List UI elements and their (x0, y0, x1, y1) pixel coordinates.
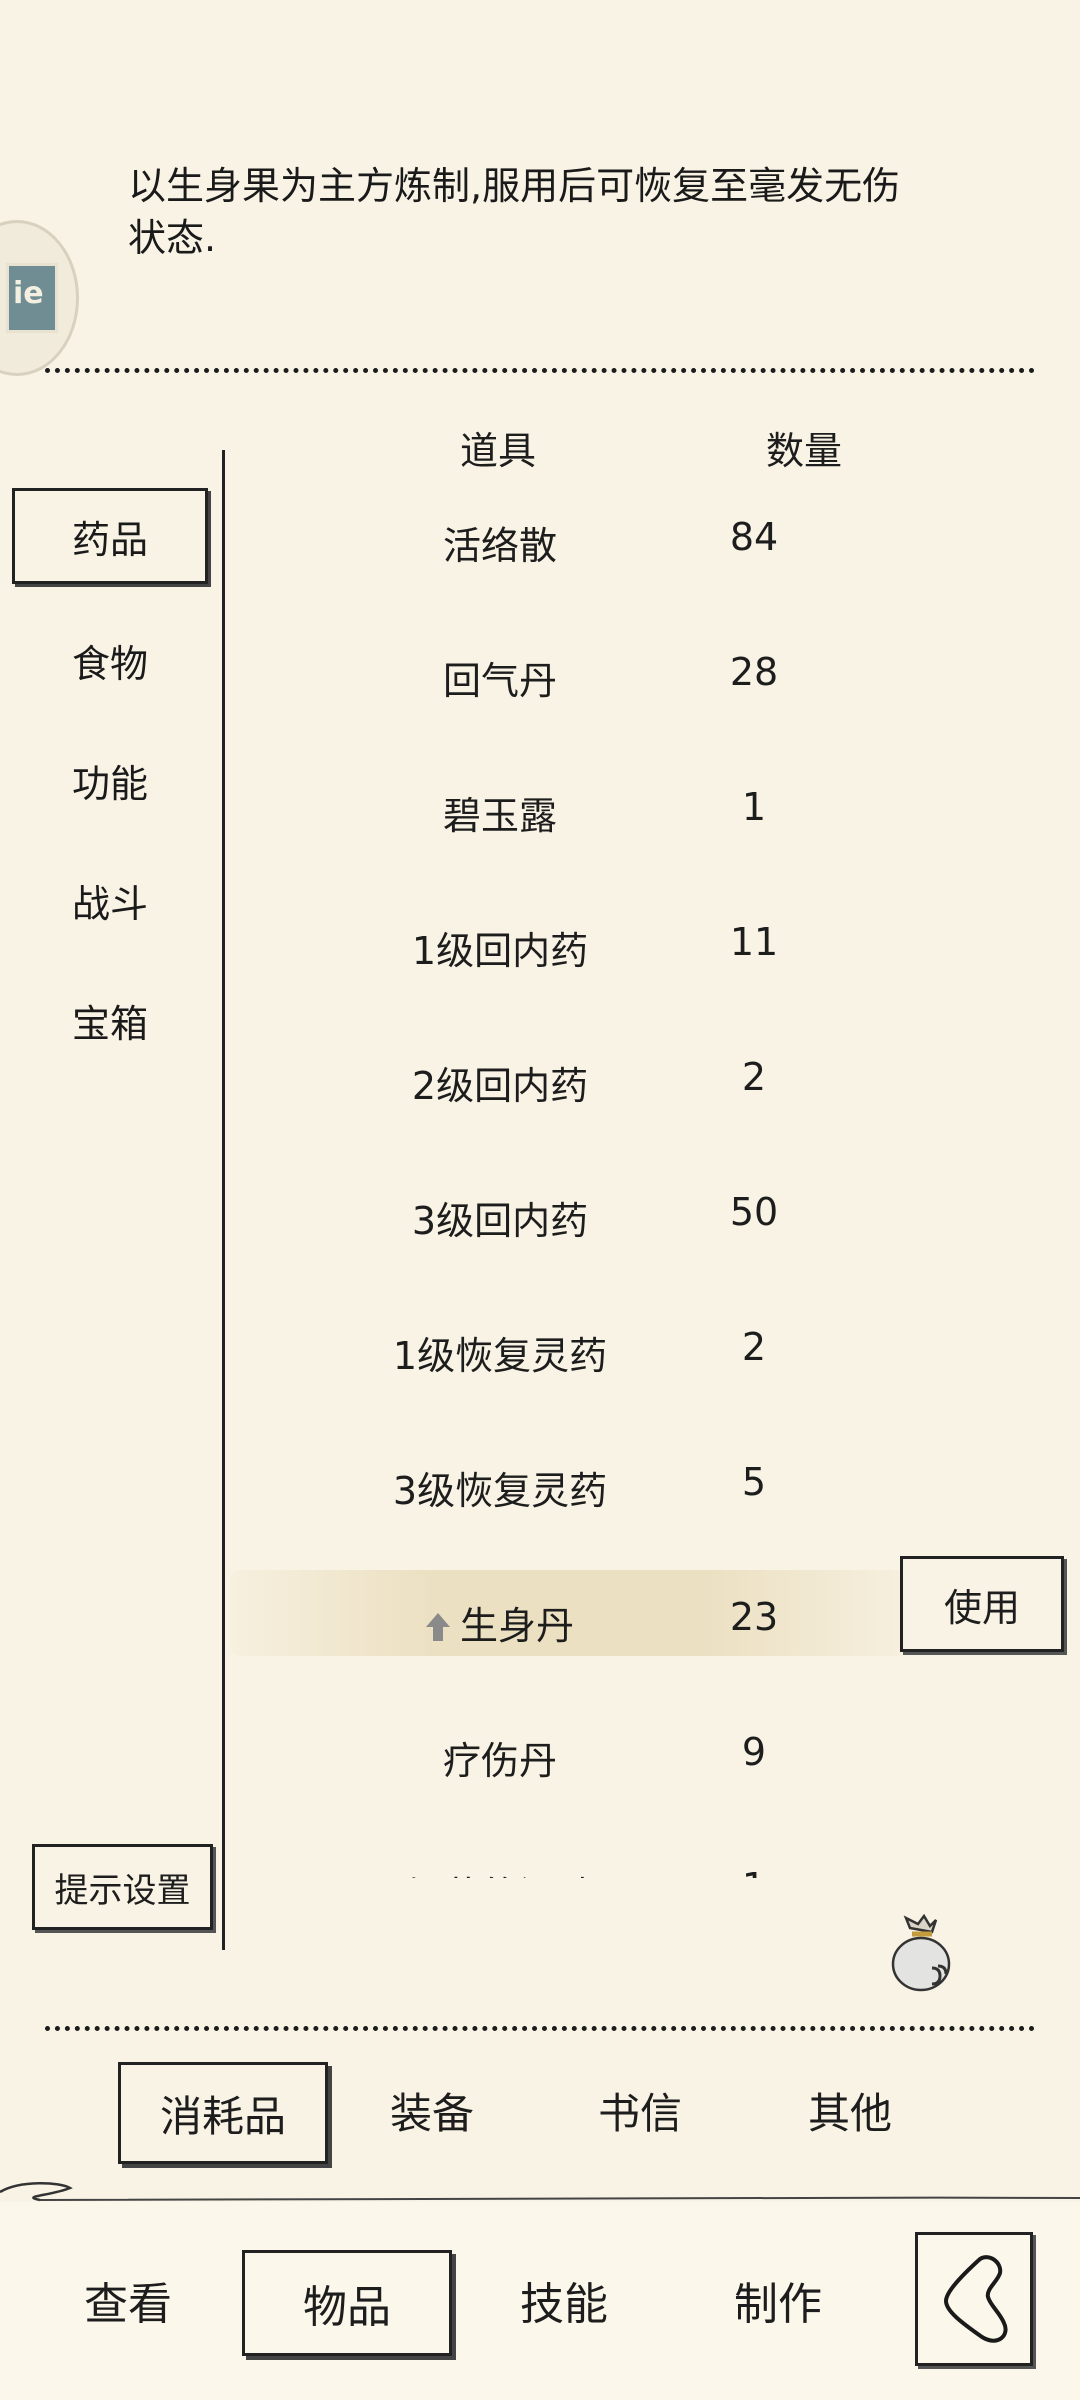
item-row[interactable]: 1级恢复灵药 2 (300, 1280, 900, 1415)
item-qty: 50 (729, 1190, 779, 1234)
item-row[interactable]: 加花的泪珠 1 (300, 1820, 900, 1878)
header-quantity: 数量 (766, 429, 843, 473)
item-row[interactable]: 回气丹 28 (300, 605, 900, 740)
item-qty: 11 (729, 920, 779, 964)
category-medicine[interactable]: 药品 (12, 488, 208, 584)
item-row[interactable]: 1级回内药 11 (300, 875, 900, 1010)
description-line-2: 状态. (128, 216, 217, 260)
category-function[interactable]: 功能 (10, 730, 210, 830)
item-qty: 1 (741, 785, 767, 829)
item-name-text: 生身丹 (459, 1604, 574, 1648)
item-qty: 9 (741, 1730, 767, 1774)
item-row[interactable]: 疗伤丹 9 (300, 1685, 900, 1820)
back-button[interactable] (915, 2232, 1033, 2366)
nav-skills[interactable]: 技能 (494, 2250, 634, 2350)
sidebar-divider (222, 450, 225, 1950)
item-description: 以生身果为主方炼制,服用后可恢复至毫发无伤 状态. (128, 160, 968, 264)
use-button[interactable]: 使用 (900, 1556, 1064, 1652)
tab-equipment[interactable]: 装备 (362, 2062, 502, 2158)
item-name: 3级回内药 (411, 1199, 589, 1243)
item-qty: 2 (741, 1325, 767, 1369)
dotted-divider-bottom (45, 2026, 1035, 2031)
item-qty: 2 (741, 1055, 767, 1099)
category-food[interactable]: 食物 (10, 610, 210, 710)
item-name: 活络散 (442, 524, 557, 568)
item-name: 疗伤丹 (442, 1739, 557, 1783)
upgrade-arrow-icon (425, 1613, 450, 1641)
item-list[interactable]: 活络散 84 回气丹 28 碧玉露 1 1级回内药 11 2级回内药 2 3级回… (300, 470, 900, 1878)
nav-items[interactable]: 物品 (242, 2250, 452, 2356)
item-name: 3级恢复灵药 (392, 1469, 608, 1513)
item-name: 1级回内药 (411, 929, 589, 973)
category-battle[interactable]: 战斗 (10, 850, 210, 950)
item-qty: 28 (729, 650, 779, 694)
item-qty: 84 (729, 515, 779, 559)
avatar-glyph: ie (13, 276, 44, 311)
category-chest[interactable]: 宝箱 (10, 970, 210, 1070)
description-line-1: 以生身果为主方炼制,服用后可恢复至毫发无伤 (128, 164, 901, 208)
back-icon (944, 2255, 1008, 2343)
item-row[interactable]: 碧玉露 1 (300, 740, 900, 875)
tab-others[interactable]: 其他 (780, 2062, 920, 2158)
item-name: 回气丹 (442, 659, 557, 703)
item-name: 2级回内药 (411, 1064, 589, 1108)
item-row[interactable]: 2级回内药 2 (300, 1010, 900, 1145)
brush-divider (0, 2170, 1080, 2204)
nav-craft[interactable]: 制作 (708, 2250, 848, 2350)
item-name: 1级恢复灵药 (392, 1334, 608, 1378)
item-qty: 23 (729, 1595, 779, 1639)
hint-settings-button[interactable]: 提示设置 (32, 1844, 213, 1930)
item-row[interactable]: 3级恢复灵药 5 (300, 1415, 900, 1550)
item-row-selected[interactable]: 生身丹 23 (300, 1550, 900, 1685)
item-name: 碧玉露 (442, 794, 557, 838)
item-row[interactable]: 活络散 84 (300, 470, 900, 605)
tab-consumables[interactable]: 消耗品 (118, 2062, 328, 2164)
dotted-divider-top (45, 368, 1035, 373)
item-name: 生身丹 (300, 1595, 700, 1650)
item-qty: 1 (700, 1865, 808, 1878)
header-item: 道具 (460, 429, 537, 473)
avatar-badge-icon: ie (6, 263, 58, 333)
item-name: 加花的泪珠 (300, 1865, 700, 1878)
nav-view[interactable]: 查看 (58, 2250, 198, 2350)
tab-letters[interactable]: 书信 (570, 2062, 710, 2158)
floating-avatar[interactable]: ie (0, 220, 79, 376)
bag-icon[interactable] (888, 1913, 954, 1994)
item-row[interactable]: 3级回内药 50 (300, 1145, 900, 1280)
item-qty: 5 (741, 1460, 767, 1504)
